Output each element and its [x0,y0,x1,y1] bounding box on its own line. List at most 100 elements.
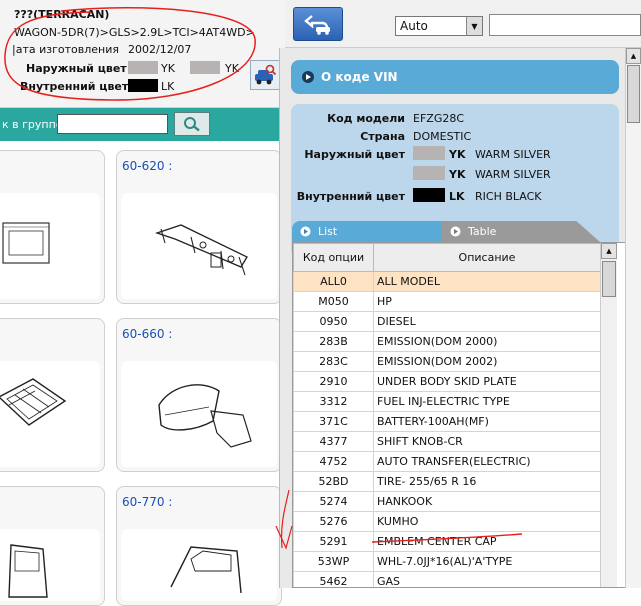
options-table: Код опции Описание ALL0 ALL MODEL M050 HP 09… [293,243,601,587]
tab-list[interactable]: List [292,221,442,242]
option-description-cell: ALL MODEL [373,271,601,292]
group-search-button[interactable] [174,112,210,136]
vin-panel-title: О коде VIN [321,70,398,84]
thumbnail-card[interactable] [0,486,105,606]
table-row[interactable]: 2910 UNDER BODY SKID PLATE [293,371,601,392]
table-row[interactable]: 5274 HANKOOK [293,491,601,512]
table-row[interactable]: 5291 EMBLEM CENTER CAP [293,531,601,552]
chevron-down-icon[interactable]: ▼ [466,17,482,35]
interior-color-code: LK [449,190,465,203]
interior-color-label: Внутренний цвет [296,190,405,203]
column-header-option-code[interactable]: Код опции [293,243,374,272]
table-row[interactable]: 5462 GAS [293,571,601,587]
scrollbar-thumb[interactable] [602,261,616,297]
vehicle-configuration: WAGON-5DR(7)>GLS>2.9L>TCI>4AT4WD> [14,26,255,39]
option-description-cell: AUTO TRANSFER(ELECTRIC) [373,451,601,472]
exterior-color-swatch-2 [190,61,220,74]
circle-arrow-icon [450,226,461,237]
vehicle-info-panel: ???(TERRACAN) WAGON-5DR(7)>GLS>2.9L>TCI>… [0,0,285,108]
table-row[interactable]: M050 HP [293,291,601,312]
region-select-value: Auto [400,19,428,33]
table-row[interactable]: 3312 FUEL INJ-ELECTRIC TYPE [293,391,601,412]
options-table-container: Код опции Описание ALL0 ALL MODEL M050 HP 09… [292,242,630,588]
table-row[interactable]: 5276 KUMHO [293,511,601,532]
thumbnail-card[interactable] [0,318,105,472]
exterior-color-code-2: YK [225,62,239,75]
option-description-cell: TIRE- 255/65 R 16 [373,471,601,492]
interior-color-swatch [128,79,158,92]
search-icon [184,117,200,132]
back-button[interactable] [293,7,343,41]
interior-color-swatch [413,188,445,202]
option-description-cell: WHL-7.0JJ*16(AL)'A'TYPE [373,551,601,572]
option-description-cell: DIESEL [373,311,601,332]
table-row[interactable]: 0950 DIESEL [293,311,601,332]
scrollbar-thumb[interactable] [627,65,640,123]
thumbnail-code[interactable]: 60-770 : [122,495,172,509]
table-row[interactable]: 52BD TIRE- 255/65 R 16 [293,471,601,492]
option-code-cell: 283C [293,351,374,372]
exterior-color-code: YK [449,148,466,161]
table-row[interactable]: ALL0 ALL MODEL [293,271,601,292]
column-header-description[interactable]: Описание [373,243,601,272]
table-row[interactable]: 283C EMISSION(DOM 2002) [293,351,601,372]
option-code-cell: 5274 [293,491,374,512]
thumbnail-image [0,529,100,601]
option-code-cell: ALL0 [293,271,374,292]
table-row[interactable]: 371C BATTERY-100AH(MF) [293,411,601,432]
manufacture-date-value: 2002/12/07 [128,43,192,56]
option-description-cell: EMBLEM CENTER CAP [373,531,601,552]
scroll-up-arrow-icon[interactable]: ▲ [626,48,641,64]
front-door-part-icon [8,544,48,598]
region-select[interactable]: Auto ▼ [395,16,483,36]
exterior-color-swatch-2 [413,166,445,180]
vin-panel-header[interactable]: О коде VIN [291,60,619,94]
table-row[interactable]: 4752 AUTO TRANSFER(ELECTRIC) [293,451,601,472]
dashboard-reinforcement-part-icon [154,224,248,276]
thumbnail-card[interactable]: 60-770 : [116,486,282,606]
table-row[interactable]: 283B EMISSION(DOM 2000) [293,331,601,352]
table-row[interactable]: 53WP WHL-7.0JJ*16(AL)'A'TYPE [293,551,601,572]
option-code-cell: M050 [293,291,374,312]
page-scrollbar[interactable]: ▲ [625,48,641,588]
table-scrollbar[interactable]: ▲ [600,243,617,587]
option-description-cell: HANKOOK [373,491,601,512]
tab-list-label: List [318,225,338,238]
option-code-cell: 3312 [293,391,374,412]
circle-arrow-icon [300,226,311,237]
thumbnail-card[interactable]: 60-620 : [116,150,282,304]
table-row[interactable]: 4377 SHIFT KNOB-CR [293,431,601,452]
tab-table[interactable]: Table [442,221,600,242]
thumbnail-card[interactable]: 60-660 : [116,318,282,472]
option-code-cell: 4752 [293,451,374,472]
option-description-cell: KUMHO [373,511,601,532]
vin-info-panel: О коде VIN Код модели EFZG28C Страна DOM… [279,48,630,588]
option-description-cell: BATTERY-100AH(MF) [373,411,601,432]
option-description-cell: EMISSION(DOM 2000) [373,331,601,352]
thumbnail-code[interactable]: 60-660 : [122,327,172,341]
exterior-color-code-2: YK [449,168,466,181]
scroll-up-arrow-icon[interactable]: ▲ [601,243,617,259]
toolbar-search-input[interactable] [489,14,641,36]
exterior-color-label: Наружный цвет [26,62,127,75]
floor-panel-part-icon [0,378,67,426]
thumbnail-image [0,193,100,299]
option-code-cell: 5462 [293,571,374,587]
country-label: Страна [360,130,405,143]
option-code-cell: 5276 [293,511,374,532]
thumbnail-code[interactable]: 60-620 : [122,159,172,173]
option-code-cell: 0950 [293,311,374,332]
option-code-cell: 371C [293,411,374,432]
thumbnail-card[interactable] [0,150,105,304]
exterior-color-swatch [413,146,445,160]
option-code-cell: 53WP [293,551,374,572]
option-description-cell: HP [373,291,601,312]
option-code-cell: 52BD [293,471,374,492]
group-search-input[interactable] [57,114,168,134]
option-description-cell: FUEL INJ-ELECTRIC TYPE [373,391,601,412]
thumbnail-image [121,529,277,601]
vin-info-button[interactable] [250,60,280,90]
hood-fender-part-icon [158,384,252,448]
option-description-cell: EMISSION(DOM 2002) [373,351,601,372]
manufacture-date-label: |ата изготовления [12,43,119,56]
